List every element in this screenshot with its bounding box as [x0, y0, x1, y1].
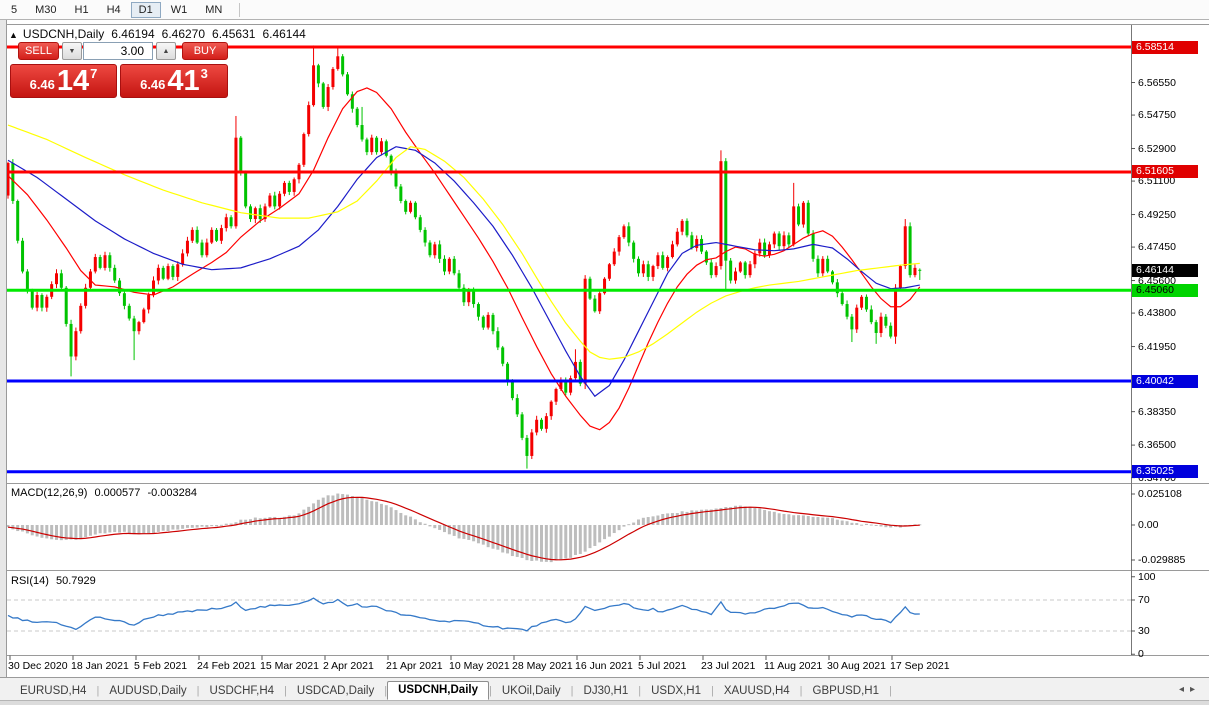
macd-indicator-label: MACD(12,26,9) 0.000577 -0.003284 — [11, 487, 197, 499]
date-tick-label: 21 Apr 2021 — [386, 660, 443, 672]
rsi-indicator-label: RSI(14) 50.7929 — [11, 575, 96, 587]
mt4-terminal: 5M30H1H4D1W1MN ▲USDCNH,Daily6.461946.462… — [0, 0, 1209, 705]
buy-price-button[interactable]: 6.46 41 3 — [120, 64, 228, 98]
chart-tab-dj30[interactable]: DJ30,H1 — [574, 683, 639, 700]
ohlc-low: 6.45631 — [212, 27, 255, 41]
scroll-left-icon[interactable]: ◂ — [1179, 684, 1190, 695]
date-tick-label: 10 May 2021 — [449, 660, 510, 672]
rsi-name: RSI(14) — [11, 575, 49, 587]
timeframe-button-w1[interactable]: W1 — [163, 2, 196, 18]
chart-tab-usdx[interactable]: USDX,H1 — [641, 683, 711, 700]
chevron-up-icon: ▲ — [163, 48, 170, 55]
price-tick-label: 6.56550 — [1138, 77, 1176, 89]
chart-tab-usdcnh[interactable]: USDCNH,Daily — [387, 681, 489, 700]
date-tick-label: 23 Jul 2021 — [701, 660, 755, 672]
collapse-triangle-icon[interactable]: ▲ — [9, 30, 18, 40]
date-tick-label: 5 Jul 2021 — [638, 660, 686, 672]
price-badge: 6.58514 — [1132, 41, 1198, 54]
rsi-scale-label: 0 — [1138, 648, 1144, 660]
timeframe-button-h4[interactable]: H4 — [99, 2, 129, 18]
macd-scale-label: 0.00 — [1138, 519, 1158, 531]
timeframe-button-m30[interactable]: M30 — [27, 2, 64, 18]
macd-name: MACD(12,26,9) — [11, 487, 87, 499]
price-tick-label: 6.47450 — [1138, 241, 1176, 253]
price-tick-label: 6.43800 — [1138, 307, 1176, 319]
chart-tab-bar: EURUSD,H4|AUDUSD,Daily|USDCHF,H4|USDCAD,… — [0, 678, 1209, 700]
rsi-value: 50.7929 — [56, 575, 96, 587]
ohlc-close: 6.46144 — [262, 27, 305, 41]
chart-tab-ukoil[interactable]: UKOil,Daily — [492, 683, 571, 700]
tab-separator: | — [889, 685, 892, 697]
toolbar-separator — [239, 3, 240, 17]
price-badge: 6.35025 — [1132, 465, 1198, 478]
date-tick-label: 24 Feb 2021 — [197, 660, 256, 672]
timeframe-button-d1[interactable]: D1 — [131, 2, 161, 18]
macd-signal-value: -0.003284 — [147, 487, 197, 499]
trade-panel-top-row: SELL ▼ ▲ BUY — [10, 42, 232, 60]
price-badge: 6.45060 — [1132, 284, 1198, 297]
symbol-period-label: USDCNH,Daily — [23, 27, 104, 41]
price-badge: 6.40042 — [1132, 375, 1198, 388]
rsi-pane[interactable] — [7, 571, 1131, 655]
date-tick-label: 16 Jun 2021 — [575, 660, 633, 672]
price-tick-label: 6.49250 — [1138, 209, 1176, 221]
date-tick-label: 30 Aug 2021 — [827, 660, 886, 672]
date-tick-label: 11 Aug 2021 — [764, 660, 822, 672]
ohlc-high: 6.46270 — [162, 27, 205, 41]
timeframe-toolbar: 5M30H1H4D1W1MN — [0, 0, 1209, 20]
sell-button[interactable]: SELL — [18, 42, 59, 60]
sell-price-big-digits: 14 — [57, 68, 89, 95]
lot-decrease-button[interactable]: ▼ — [62, 42, 82, 60]
sell-price-prefix: 6.46 — [30, 77, 55, 92]
date-tick-label: 5 Feb 2021 — [134, 660, 187, 672]
scroll-right-icon[interactable]: ▸ — [1190, 684, 1201, 695]
ohlc-open: 6.46194 — [111, 27, 154, 41]
sell-price-pip-digit: 7 — [90, 66, 97, 81]
buy-price-prefix: 6.46 — [140, 77, 165, 92]
price-tick-label: 6.41950 — [1138, 341, 1176, 353]
chart-tab-usdchf[interactable]: USDCHF,H4 — [200, 683, 285, 700]
date-tick-label: 15 Mar 2021 — [260, 660, 319, 672]
lot-increase-button[interactable]: ▲ — [156, 42, 176, 60]
date-tick-label: 30 Dec 2020 — [8, 660, 68, 672]
tab-scroll-arrows: ◂▸ — [1179, 684, 1201, 695]
timeframe-button-h1[interactable]: H1 — [67, 2, 97, 18]
date-tick-label: 2 Apr 2021 — [323, 660, 374, 672]
price-tick-label: 6.52900 — [1138, 143, 1176, 155]
sell-price-button[interactable]: 6.46 14 7 — [10, 64, 117, 98]
chart-tab-usdcad[interactable]: USDCAD,Daily — [287, 683, 384, 700]
price-tick-label: 6.36500 — [1138, 439, 1176, 451]
buy-button[interactable]: BUY — [182, 42, 228, 60]
price-badge: 6.46144 — [1132, 264, 1198, 277]
timeframe-button-5[interactable]: 5 — [3, 2, 25, 18]
macd-scale-label: 0.025108 — [1138, 488, 1182, 500]
chart-tab-xauusd[interactable]: XAUUSD,H4 — [714, 683, 800, 700]
date-tick-label: 28 May 2021 — [512, 660, 573, 672]
chart-title: ▲ USDCNH,Daily 6.46194 6.46270 6.45631 6.4614… — [9, 27, 306, 41]
rsi-scale-label: 30 — [1138, 625, 1150, 637]
price-tick-label: 6.38350 — [1138, 406, 1176, 418]
timeframe-button-mn[interactable]: MN — [197, 2, 230, 18]
chevron-down-icon: ▼ — [69, 48, 76, 55]
lot-size-input[interactable] — [83, 42, 153, 60]
chart-tab-gbpusd[interactable]: GBPUSD,H1 — [803, 683, 889, 700]
date-tick-label: 18 Jan 2021 — [71, 660, 129, 672]
date-tick-label: 17 Sep 2021 — [890, 660, 950, 672]
price-badge: 6.51605 — [1132, 165, 1198, 178]
rsi-scale-label: 100 — [1138, 571, 1156, 583]
chart-tab-audusd[interactable]: AUDUSD,Daily — [99, 683, 196, 700]
status-strip — [0, 700, 1209, 705]
buy-price-pip-digit: 3 — [201, 66, 208, 81]
chart-tab-eurusd[interactable]: EURUSD,H4 — [10, 683, 96, 700]
rsi-scale-label: 70 — [1138, 594, 1150, 606]
macd-scale-label: -0.029885 — [1138, 554, 1185, 566]
buy-price-big-digits: 41 — [167, 68, 199, 95]
macd-value: 0.000577 — [94, 487, 140, 499]
price-tick-label: 6.54750 — [1138, 109, 1176, 121]
